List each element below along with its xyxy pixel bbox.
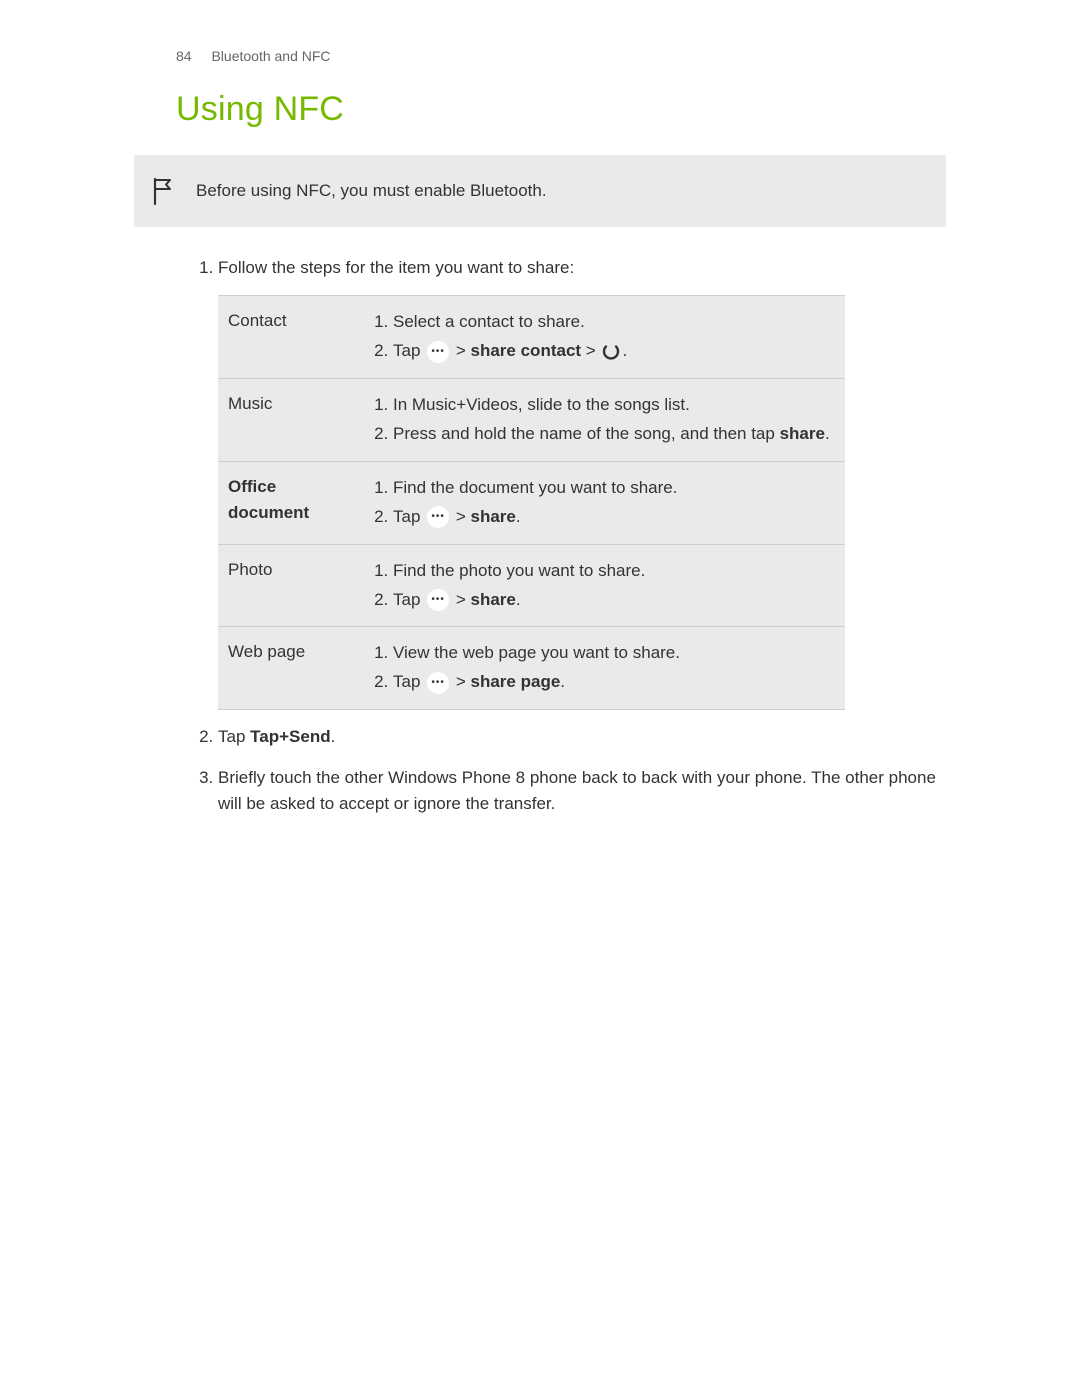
text: Tap <box>393 507 425 526</box>
page-number: 84 <box>176 48 192 64</box>
more-dots-icon <box>427 672 449 694</box>
share-table: Contact Select a contact to share. Tap >… <box>218 295 845 710</box>
text: > <box>451 341 470 360</box>
row-steps: Find the photo you want to share. Tap > … <box>361 544 845 627</box>
text: . <box>331 727 336 746</box>
text: > <box>451 507 470 526</box>
tap-send-label: Tap+Send <box>250 727 330 746</box>
note-text: Before using NFC, you must enable Blueto… <box>196 181 547 201</box>
text: Tap <box>218 727 250 746</box>
row-steps: View the web page you want to share. Tap… <box>361 627 845 710</box>
share-label: share <box>471 507 516 526</box>
list-item: Tap > share contact > . <box>393 337 835 366</box>
flag-icon <box>152 177 174 205</box>
row-steps: In Music+Videos, slide to the songs list… <box>361 379 845 462</box>
list-item: View the web page you want to share. <box>393 639 835 668</box>
text: Press and hold the name of the song, and… <box>393 424 780 443</box>
list-item: Tap > share page. <box>393 668 835 697</box>
table-row: Contact Select a contact to share. Tap >… <box>218 296 845 379</box>
step-1-text: Follow the steps for the item you want t… <box>218 258 574 277</box>
page-header: 84 Bluetooth and NFC <box>0 0 1080 64</box>
share-label: share <box>471 590 516 609</box>
page-title: Using NFC <box>176 90 1080 129</box>
list-item: Press and hold the name of the song, and… <box>393 420 835 449</box>
share-label: share <box>780 424 825 443</box>
list-item: Tap > share. <box>393 503 835 532</box>
row-label: Contact <box>218 296 361 379</box>
step-3: Briefly touch the other Windows Phone 8 … <box>218 765 946 818</box>
list-item: Select a contact to share. <box>393 308 835 337</box>
table-row: Photo Find the photo you want to share. … <box>218 544 845 627</box>
text: > <box>451 672 470 691</box>
more-dots-icon <box>427 341 449 363</box>
table-row: Music In Music+Videos, slide to the song… <box>218 379 845 462</box>
text: Tap <box>393 590 425 609</box>
list-item: Find the photo you want to share. <box>393 557 835 586</box>
share-page-label: share page <box>471 672 561 691</box>
text: Tap <box>393 672 425 691</box>
more-dots-icon <box>427 589 449 611</box>
text: . <box>560 672 565 691</box>
text: . <box>622 341 627 360</box>
more-dots-icon <box>427 506 449 528</box>
row-steps: Select a contact to share. Tap > share c… <box>361 296 845 379</box>
text: > <box>581 341 600 360</box>
note-box: Before using NFC, you must enable Blueto… <box>134 155 946 227</box>
row-label: Photo <box>218 544 361 627</box>
text: > <box>451 590 470 609</box>
breadcrumb: Bluetooth and NFC <box>211 48 330 64</box>
step-2: Tap Tap+Send. <box>218 724 946 750</box>
table-row: Office document Find the document you wa… <box>218 461 845 544</box>
step-1: Follow the steps for the item you want t… <box>218 255 946 710</box>
circle-outline-icon <box>602 343 620 361</box>
text: . <box>825 424 830 443</box>
table-row: Web page View the web page you want to s… <box>218 627 845 710</box>
row-steps: Find the document you want to share. Tap… <box>361 461 845 544</box>
text: Tap <box>393 341 425 360</box>
text: . <box>516 507 521 526</box>
text: . <box>516 590 521 609</box>
row-label: Music <box>218 379 361 462</box>
row-label: Office document <box>218 461 361 544</box>
list-item: Find the document you want to share. <box>393 474 835 503</box>
list-item: Tap > share. <box>393 586 835 615</box>
list-item: In Music+Videos, slide to the songs list… <box>393 391 835 420</box>
share-contact-label: share contact <box>471 341 582 360</box>
row-label: Web page <box>218 627 361 710</box>
main-steps-list: Follow the steps for the item you want t… <box>194 255 946 817</box>
